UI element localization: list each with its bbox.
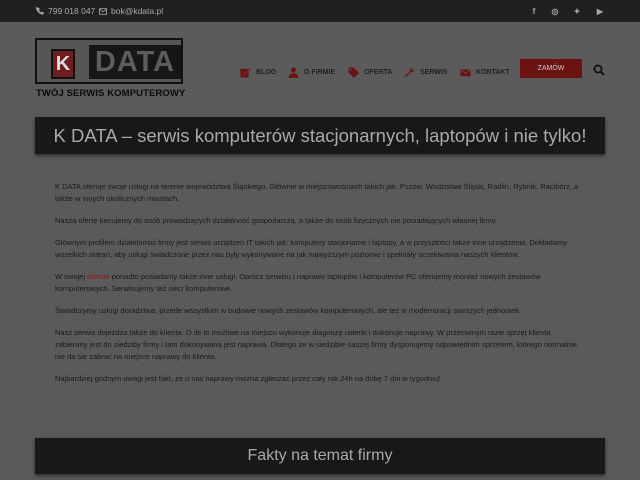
nav-label: O FIRMIE [304, 68, 336, 76]
instagram-icon[interactable]: ◎ [549, 5, 561, 17]
content-paragraph: Naszą ofertę kierujemy do osób prowadząc… [55, 216, 498, 225]
offer-link[interactable]: ofercie [87, 272, 110, 281]
top-bar: 799 018 047 bok@kdata.pl f ◎ ✦ ▶ [0, 0, 640, 22]
twitter-icon[interactable]: ✦ [571, 5, 583, 17]
phone-icon [36, 7, 44, 15]
phone-number: 799 018 047 [48, 6, 96, 16]
content-paragraph: K DATA oferuje swoje usługi na terenie w… [55, 182, 579, 203]
envelope-icon [460, 68, 471, 76]
search-icon[interactable] [593, 64, 605, 76]
nav-item-kontakt[interactable]: KONTAKT [460, 64, 510, 80]
facts-title: Fakty na temat firmy [247, 447, 393, 464]
tag-icon [348, 66, 359, 78]
facebook-icon[interactable]: f [528, 5, 540, 17]
nav-item-blog[interactable]: BLOG [240, 64, 276, 80]
nav-item-oferta[interactable]: OFERTA [348, 64, 392, 80]
content-paragraph: Najbardziej godnym uwagi jest fakt, że u… [55, 374, 441, 383]
page-title: K DATA – serwis komputerów stacjonarnych… [53, 124, 587, 146]
text-fragment: W swojej [55, 272, 88, 281]
content-paragraph: Świadczymy usługi doradztwa, przede wszy… [55, 306, 522, 315]
nav-label: KONTAKT [476, 68, 510, 76]
content-paragraph: Nasz serwis dojeżdża także do klienta. O… [55, 328, 577, 361]
content-paragraph: Głównym profilem działalności firmy jest… [55, 238, 568, 259]
hero-banner: K DATA – serwis komputerów stacjonarnych… [35, 117, 605, 154]
logo-k-letter: K [51, 49, 75, 79]
site-logo[interactable]: K DATA TWÓJ SERWIS KOMPUTEROWY [34, 37, 186, 105]
facts-banner: Fakty na temat firmy [35, 438, 605, 474]
logo-tagline: TWÓJ SERWIS KOMPUTEROWY [36, 88, 186, 99]
edit-icon [240, 67, 251, 78]
email-address: bok@kdata.pl [111, 6, 164, 16]
logo-frame: K DATA [35, 38, 183, 84]
email-contact[interactable]: bok@kdata.pl [99, 6, 163, 16]
nav-item-serwis[interactable]: SERWIS [404, 64, 448, 80]
youtube-icon[interactable]: ▶ [594, 5, 606, 17]
text-fragment: ponadto posiadamy także inne usługi. Opr… [55, 272, 541, 293]
order-button[interactable]: ZAMÓW [520, 59, 582, 78]
phone-contact[interactable]: 799 018 047 [36, 6, 95, 16]
nav-label: BLOG [256, 68, 277, 76]
nav-item-o-firmie[interactable]: O FIRMIE [288, 64, 335, 80]
content-paragraph: W swojej ofercie ponadto posiadamy także… [55, 271, 585, 295]
nav-label: SERWIS [420, 68, 448, 76]
nav-label: OFERTA [364, 68, 393, 76]
wrench-icon [404, 66, 415, 77]
main-content: K DATA oferuje swoje usługi na terenie w… [55, 181, 585, 395]
envelope-icon [99, 7, 107, 15]
site-header: K DATA TWÓJ SERWIS KOMPUTEROWY BLOG O FI… [0, 22, 640, 110]
logo-word: DATA [89, 45, 181, 79]
user-icon [288, 66, 299, 78]
